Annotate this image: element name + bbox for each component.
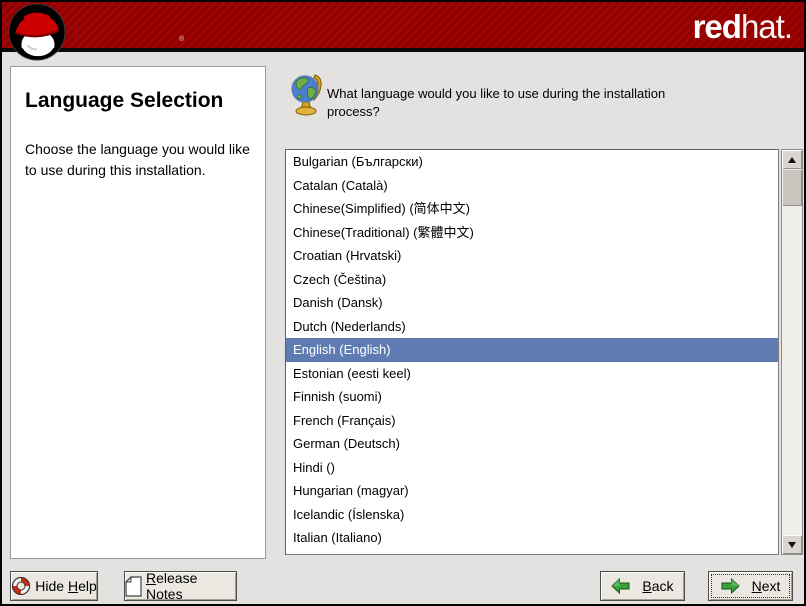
- list-item[interactable]: Catalan (Català): [286, 174, 778, 198]
- help-text: Choose the language you would like to us…: [25, 139, 251, 181]
- scroll-up-button[interactable]: [782, 150, 802, 169]
- list-item[interactable]: Chinese(Simplified) (简体中文): [286, 197, 778, 221]
- redhat-wordmark: redhat.: [693, 8, 792, 46]
- list-item[interactable]: Italian (Italiano): [286, 526, 778, 550]
- life-preserver-icon: [11, 576, 31, 596]
- list-item[interactable]: Hindi (): [286, 456, 778, 480]
- registered-trademark: ®: [179, 36, 184, 43]
- list-item[interactable]: Czech (Čeština): [286, 268, 778, 292]
- list-item[interactable]: Danish (Dansk): [286, 291, 778, 315]
- arrow-up-icon: [788, 157, 796, 163]
- arrow-left-icon: [611, 578, 630, 594]
- language-list-scrollbar[interactable]: [781, 149, 803, 555]
- arrow-down-icon: [788, 542, 796, 548]
- release-notes-label: Release Notes: [146, 570, 236, 602]
- list-item[interactable]: Chinese(Traditional) (繁體中文): [286, 221, 778, 245]
- list-item[interactable]: English (English): [286, 338, 778, 362]
- list-item[interactable]: French (Français): [286, 409, 778, 433]
- next-label: Next: [752, 578, 781, 594]
- back-button[interactable]: Back: [600, 571, 685, 601]
- list-item[interactable]: Icelandic (Íslenska): [286, 503, 778, 527]
- wordmark-red: red: [693, 8, 741, 45]
- list-item[interactable]: Finnish (suomi): [286, 385, 778, 409]
- release-notes-button[interactable]: Release Notes: [124, 571, 237, 601]
- back-label: Back: [642, 578, 673, 594]
- hide-help-button[interactable]: Hide Help: [10, 571, 98, 601]
- scroll-down-button[interactable]: [782, 535, 802, 554]
- arrow-right-icon: [721, 578, 740, 594]
- next-button[interactable]: Next: [708, 571, 793, 601]
- list-item[interactable]: German (Deutsch): [286, 432, 778, 456]
- question-text: What language would you like to use duri…: [327, 85, 717, 121]
- wordmark-hat: hat.: [741, 8, 792, 45]
- installer-window: ® redhat. Language Selection Choose the …: [0, 0, 806, 606]
- list-item[interactable]: Dutch (Nederlands): [286, 315, 778, 339]
- language-list[interactable]: Bulgarian (Български)Catalan (Català)Chi…: [285, 149, 779, 555]
- hide-help-label: Hide Help: [35, 578, 97, 594]
- list-item[interactable]: Croatian (Hrvatski): [286, 244, 778, 268]
- list-item[interactable]: Hungarian (magyar): [286, 479, 778, 503]
- page-title: Language Selection: [25, 89, 251, 113]
- list-item[interactable]: Estonian (eesti keel): [286, 362, 778, 386]
- help-panel: Language Selection Choose the language y…: [10, 66, 266, 559]
- redhat-shadowman-logo-icon: [8, 3, 66, 61]
- list-item[interactable]: Bulgarian (Български): [286, 150, 778, 174]
- scrollbar-thumb[interactable]: [782, 169, 802, 206]
- header-banner: [2, 2, 804, 52]
- document-icon: [125, 576, 142, 597]
- globe-icon: [290, 72, 323, 116]
